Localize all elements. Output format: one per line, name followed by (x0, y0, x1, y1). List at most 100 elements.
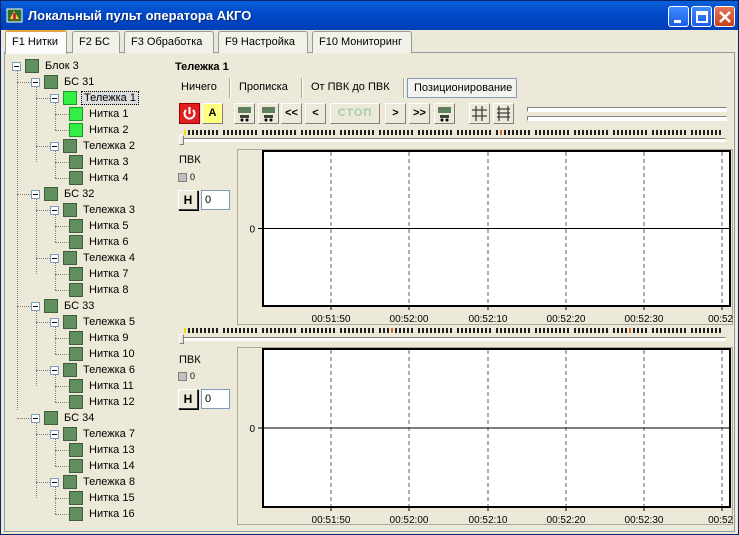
tree-item-cart[interactable]: Тележка 1 (50, 90, 139, 106)
collapse-toggle-icon[interactable] (50, 205, 59, 215)
x-tick-label: 00:52: (708, 314, 733, 325)
tree-item-thread[interactable]: Нитка 15 (69, 490, 137, 506)
tree-item-thread[interactable]: Нитка 3 (69, 154, 130, 170)
collapse-toggle-icon[interactable] (50, 93, 59, 103)
tree-item-thread[interactable]: Нитка 8 (69, 282, 130, 298)
maximize-button[interactable] (691, 6, 712, 27)
tree-connector (55, 274, 69, 275)
tree-item-thread[interactable]: Нитка 2 (69, 122, 130, 138)
tree-item-bs[interactable]: БС 34 (31, 410, 96, 426)
close-button[interactable] (714, 6, 735, 27)
tree-connector (17, 306, 31, 307)
tab-label: F3 Обработка (131, 36, 203, 48)
rewind-button[interactable]: << (281, 103, 302, 124)
tree-item-bs[interactable]: БС 33 (31, 298, 96, 314)
tree-connector (55, 338, 69, 339)
collapse-toggle-icon[interactable] (31, 301, 40, 311)
unload-right-button[interactable] (258, 103, 279, 124)
tree-item-thread[interactable]: Нитка 13 (69, 442, 137, 458)
sensor-mark (567, 328, 569, 333)
tree-item-thread[interactable]: Нитка 12 (69, 394, 137, 410)
tab-label: F9 Настройка (225, 36, 296, 48)
tab-f1-threads[interactable]: F1 Нитки (5, 30, 67, 54)
rails-toggle-button[interactable] (493, 103, 514, 124)
step-back-button[interactable]: < (305, 103, 326, 124)
tree-item-thread[interactable]: Нитка 6 (69, 234, 130, 250)
sensor-mark (524, 130, 526, 135)
tab-f2-bs[interactable]: F2 БС (72, 31, 120, 53)
tree-item-cart[interactable]: Тележка 6 (50, 362, 137, 378)
collapse-toggle-icon[interactable] (50, 429, 59, 439)
tree-item-thread[interactable]: Нитка 9 (69, 330, 130, 346)
power-button[interactable] (179, 103, 200, 124)
tree-item-bs[interactable]: БС 32 (31, 186, 96, 202)
mode-tab-positioning[interactable]: Позиционирование (407, 78, 517, 98)
maximize-icon (696, 11, 708, 23)
tree-item-thread[interactable]: Нитка 11 (69, 378, 136, 394)
tab-f3-processing[interactable]: F3 Обработка (124, 31, 214, 53)
collapse-toggle-icon[interactable] (31, 189, 40, 199)
collapse-toggle-icon[interactable] (50, 365, 59, 375)
minimize-button[interactable] (668, 6, 689, 27)
tree-item-thread[interactable]: Нитка 4 (69, 170, 130, 186)
h-button-1[interactable]: Н (178, 190, 198, 210)
collapse-toggle-icon[interactable] (31, 77, 40, 87)
tree-item-thread[interactable]: Нитка 16 (69, 506, 137, 522)
tree-item-thread[interactable]: Нитка 5 (69, 218, 130, 234)
position-slider-knob-1[interactable] (179, 135, 184, 145)
tree-item-cart[interactable]: Тележка 7 (50, 426, 137, 442)
tree-item-label: БС 34 (64, 412, 95, 424)
tab-f9-settings[interactable]: F9 Настройка (218, 31, 308, 53)
mode-tab-nothing[interactable]: Ничего (175, 78, 225, 98)
position-slider-1 (180, 138, 726, 142)
title-bar[interactable]: Локальный пульт оператора АКГО (1, 1, 738, 30)
sensor-mark (695, 130, 697, 135)
tree-item-cart[interactable]: Тележка 8 (50, 474, 137, 490)
position-chart-1[interactable]: 00:51:50 00:52:00 00:52:10 00:52:20 00:52:30… (237, 149, 733, 329)
tree-connector (55, 498, 69, 499)
h-value-input-1[interactable]: 0 (201, 190, 230, 210)
collapse-toggle-icon[interactable] (31, 413, 40, 423)
step-forward-button[interactable]: > (385, 103, 406, 124)
mode-tab-pvk-to-pvk[interactable]: От ПВК до ПВК (305, 78, 401, 98)
tab-f10-monitoring[interactable]: F10 Мониторинг (312, 31, 412, 53)
auto-button[interactable]: A (202, 103, 223, 124)
sensor-mark (594, 328, 596, 333)
tree-item-thread[interactable]: Нитка 1 (69, 106, 130, 122)
tree-item-label: Тележка 6 (83, 364, 135, 376)
position-chart-2[interactable]: 00:51:50 00:52:00 00:52:10 00:52:20 00:52:30… (237, 347, 733, 529)
collapse-toggle-icon[interactable] (50, 317, 59, 327)
collapse-toggle-icon[interactable] (12, 61, 21, 71)
sensor-mark (200, 328, 202, 333)
mode-tab-registration[interactable]: Прописка (233, 78, 299, 98)
tree-item-cart[interactable]: Тележка 2 (50, 138, 137, 154)
unload-left-button[interactable] (234, 103, 255, 124)
collapse-toggle-icon[interactable] (50, 253, 59, 263)
tree-item-bs[interactable]: БС 31 (31, 74, 96, 90)
device-tree[interactable]: Блок 3 БС 31 Тележка 1 Нитка 1 Нитка 2 Тележк… (7, 56, 167, 526)
sensor-mark (524, 328, 526, 333)
tree-connector (36, 311, 37, 386)
tree-item-block[interactable]: Блок 3 (12, 58, 81, 74)
fast-forward-button[interactable]: >> (409, 103, 430, 124)
unload-forward-button[interactable] (434, 103, 455, 124)
tree-item-thread[interactable]: Нитка 7 (69, 266, 130, 282)
tree-item-label: Нитка 15 (89, 492, 135, 504)
grid-toggle-button[interactable] (469, 103, 490, 124)
sensor-mark (551, 328, 553, 333)
tree-item-cart[interactable]: Тележка 3 (50, 202, 137, 218)
sensor-mark (235, 328, 237, 333)
tree-item-cart[interactable]: Тележка 5 (50, 314, 137, 330)
sensor-mark (239, 328, 241, 333)
position-slider-knob-2[interactable] (179, 334, 184, 344)
tree-item-cart[interactable]: Тележка 4 (50, 250, 137, 266)
stop-button[interactable]: СТОП (330, 103, 380, 124)
tree-item-thread[interactable]: Нитка 14 (69, 458, 137, 474)
h-value-input-2[interactable]: 0 (201, 389, 230, 409)
sensor-mark (477, 328, 479, 333)
sensor-mark (547, 328, 549, 333)
h-button-2[interactable]: Н (178, 389, 198, 409)
tree-item-thread[interactable]: Нитка 10 (69, 346, 137, 362)
collapse-toggle-icon[interactable] (50, 477, 59, 487)
collapse-toggle-icon[interactable] (50, 141, 59, 151)
